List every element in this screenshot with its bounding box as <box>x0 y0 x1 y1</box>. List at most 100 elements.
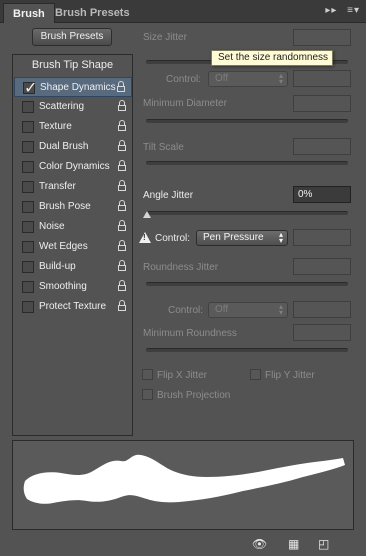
tilt-scale-label: Tilt Scale <box>143 142 184 153</box>
list-item[interactable]: Dual Brush <box>14 137 132 157</box>
list-item[interactable]: Brush Pose <box>14 197 132 217</box>
size-jitter-field[interactable] <box>293 29 351 46</box>
checkbox[interactable] <box>22 141 34 153</box>
lock-icon[interactable] <box>118 300 126 311</box>
bottom-toolbar: 👁 ▦ ◰ <box>0 533 366 556</box>
list-item[interactable]: Build-up <box>14 257 132 277</box>
list-item[interactable]: Protect Texture <box>14 297 132 317</box>
brush-options-list: Brush Tip Shape ✓ Shape Dynamics Scatter… <box>12 54 133 436</box>
checkmark-icon: ✓ <box>24 80 38 97</box>
checkbox[interactable] <box>22 301 34 313</box>
checkbox[interactable] <box>22 221 34 233</box>
control-label: Control: <box>155 233 191 244</box>
flip-x-label: Flip X Jitter <box>157 370 208 381</box>
brush-stroke <box>23 454 346 504</box>
size-control-field[interactable] <box>293 70 351 87</box>
tilt-scale-field[interactable] <box>293 138 351 155</box>
flip-y-label: Flip Y Jitter <box>265 370 315 381</box>
checkbox[interactable] <box>22 241 34 253</box>
lock-icon[interactable] <box>118 200 126 211</box>
eye-toggle-icon[interactable]: 👁 <box>252 537 267 551</box>
lock-icon[interactable] <box>118 100 126 111</box>
list-item-label: Brush Pose <box>39 201 91 212</box>
roundness-jitter-field[interactable] <box>293 258 351 275</box>
list-item[interactable]: Smoothing <box>14 277 132 297</box>
minimum-roundness-slider[interactable] <box>146 348 348 352</box>
angle-control-select[interactable]: Pen Pressure ▴ ▾ <box>196 230 288 246</box>
tooltip: Set the size randomness <box>211 50 333 66</box>
tab-icons: ▸▸ ≡▾ <box>319 5 360 16</box>
brush-tip-shape[interactable]: Brush Tip Shape <box>13 59 132 71</box>
warning-icon: ! <box>139 232 151 243</box>
stroke-preview <box>12 440 354 530</box>
lock-icon[interactable] <box>117 81 125 92</box>
list-item[interactable]: Color Dynamics <box>14 157 132 177</box>
brush-projection-label: Brush Projection <box>157 390 231 401</box>
minimum-diameter-field[interactable] <box>293 95 351 112</box>
list-item-label: Scattering <box>39 101 85 112</box>
select-value: Off <box>215 304 229 315</box>
lock-icon[interactable] <box>118 280 126 291</box>
flip-y-checkbox[interactable] <box>250 369 261 380</box>
list-item[interactable]: Transfer <box>14 177 132 197</box>
list-item[interactable]: Wet Edges <box>14 237 132 257</box>
list-item[interactable]: ✓ Shape Dynamics <box>14 77 132 97</box>
angle-control-field[interactable] <box>293 229 351 246</box>
checkbox[interactable] <box>22 181 34 193</box>
list-item-label: Protect Texture <box>39 301 107 312</box>
minimum-diameter-slider[interactable] <box>146 119 348 123</box>
angle-jitter-label: Angle Jitter <box>143 190 194 201</box>
minimum-roundness-field[interactable] <box>293 324 351 341</box>
list-item[interactable]: Scattering <box>14 97 132 117</box>
tab-bar: Brush Brush Presets ▸▸ ≡▾ <box>0 0 366 23</box>
checkbox[interactable] <box>22 161 34 173</box>
tab-brush-presets[interactable]: Brush Presets <box>46 3 139 23</box>
minimum-roundness-label: Minimum Roundness <box>143 328 237 339</box>
roundness-jitter-slider[interactable] <box>146 282 348 286</box>
roundness-control-select[interactable]: Off ▴ ▾ <box>208 302 288 318</box>
lock-icon[interactable] <box>118 120 126 131</box>
brush-projection-checkbox[interactable] <box>142 389 153 400</box>
lock-icon[interactable] <box>118 180 126 191</box>
size-control-select[interactable]: Off ▴ ▾ <box>208 71 288 87</box>
angle-jitter-field[interactable]: 0% <box>293 186 351 203</box>
checkbox[interactable] <box>22 201 34 213</box>
collapse-arrows-icon[interactable]: ▸▸ <box>325 5 337 16</box>
size-jitter-label: Size Jitter <box>143 32 187 43</box>
select-value: Pen Pressure <box>203 232 264 243</box>
list-item[interactable]: Texture <box>14 117 132 137</box>
lock-icon[interactable] <box>118 140 126 151</box>
list-item[interactable]: Noise <box>14 217 132 237</box>
checkbox[interactable] <box>22 121 34 133</box>
select-arrows-icon: ▴ ▾ <box>278 302 283 317</box>
new-preset-icon[interactable]: ◰ <box>318 537 329 551</box>
list-item-label: Texture <box>39 121 72 132</box>
grid-icon[interactable]: ▦ <box>288 537 299 551</box>
brush-presets-button[interactable]: Brush Presets <box>32 28 112 46</box>
select-value: Off <box>215 73 229 84</box>
list-item-label: Dual Brush <box>39 141 89 152</box>
lock-icon[interactable] <box>118 260 126 271</box>
checkbox[interactable] <box>22 101 34 113</box>
checkbox[interactable]: ✓ <box>23 80 37 97</box>
tilt-scale-slider[interactable] <box>146 161 348 165</box>
select-arrows-icon: ▴ ▾ <box>278 71 283 86</box>
checkbox[interactable] <box>22 261 34 273</box>
roundness-control-field[interactable] <box>293 301 351 318</box>
list-item-label: Noise <box>39 221 65 232</box>
minimum-diameter-label: Minimum Diameter <box>143 98 227 109</box>
flip-x-checkbox[interactable] <box>142 369 153 380</box>
lock-icon[interactable] <box>118 240 126 251</box>
roundness-jitter-label: Roundness Jitter <box>143 262 219 273</box>
angle-jitter-slider[interactable] <box>146 211 348 215</box>
panel-menu-icon[interactable]: ≡▾ <box>347 5 360 16</box>
list-item-label: Wet Edges <box>39 241 88 252</box>
checkbox[interactable] <box>22 281 34 293</box>
list-item-label: Transfer <box>39 181 76 192</box>
select-arrows-icon: ▴ ▾ <box>278 230 283 245</box>
angle-jitter-thumb[interactable] <box>143 211 151 218</box>
brush-stroke-image <box>23 454 346 504</box>
list-item-label: Build-up <box>39 261 76 272</box>
lock-icon[interactable] <box>118 220 126 231</box>
lock-icon[interactable] <box>118 160 126 171</box>
